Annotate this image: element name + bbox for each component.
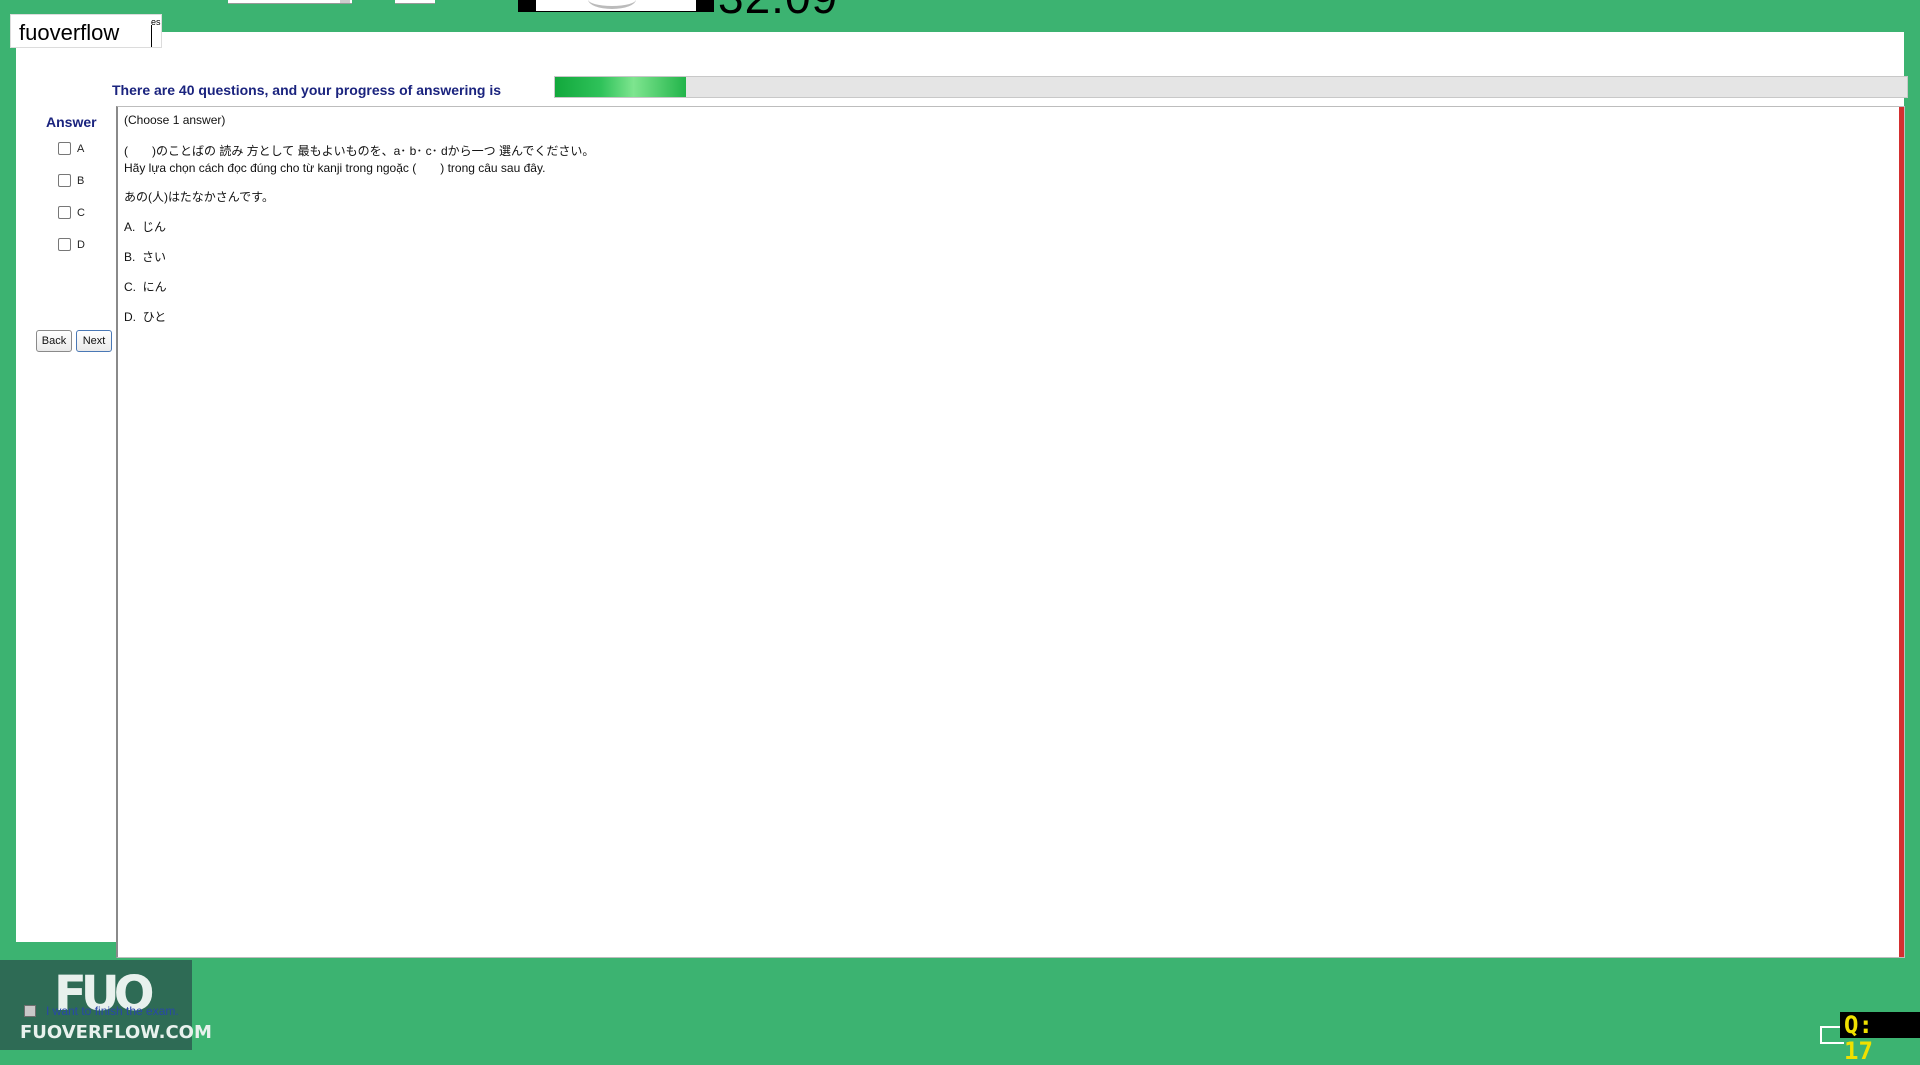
next-button[interactable]: Next bbox=[76, 330, 112, 352]
answer-option-label: D bbox=[77, 238, 85, 251]
answer-option-label: A bbox=[77, 142, 85, 155]
brand-label: fuoverflow bbox=[19, 20, 120, 45]
choice-letter: D. bbox=[124, 310, 136, 324]
tab-fragment: es bbox=[151, 17, 161, 27]
choice-letter: A. bbox=[124, 220, 136, 234]
back-button[interactable]: Back bbox=[36, 330, 72, 352]
choice-letter: B. bbox=[124, 250, 136, 264]
choice-text: じん bbox=[142, 220, 167, 234]
dropdown-arrow-icon bbox=[340, 0, 350, 3]
title-tab: fuoverflow es bbox=[10, 14, 162, 48]
text-caret bbox=[151, 25, 152, 47]
clock-icon bbox=[588, 0, 636, 9]
choice-text: ひと bbox=[142, 310, 167, 324]
choice-d: D. ひと bbox=[124, 308, 166, 325]
progress-fill bbox=[555, 77, 687, 97]
checkbox-b[interactable] bbox=[58, 174, 71, 187]
progress-bar bbox=[554, 76, 1908, 98]
checkbox-d[interactable] bbox=[58, 238, 71, 251]
choice-b: B. さい bbox=[124, 248, 166, 265]
choice-letter: C. bbox=[124, 280, 136, 294]
answer-option-a[interactable]: A bbox=[58, 142, 84, 155]
answer-title: Answer bbox=[46, 114, 97, 130]
choice-text: さい bbox=[142, 250, 167, 264]
question-prompt-jp: ( )のことばの 読み 方として 最もよいものを、a･ b･ c･ dから一つ … bbox=[124, 144, 595, 158]
question-counter: Q: 17 bbox=[1840, 1012, 1920, 1064]
choice-text: にん bbox=[142, 280, 167, 294]
choice-c: C. にん bbox=[124, 278, 167, 295]
finish-exam-label: I want to finish the exam. bbox=[46, 1004, 179, 1018]
question-instruction: (Choose 1 answer) bbox=[124, 113, 226, 127]
checkbox-a[interactable] bbox=[58, 142, 71, 155]
timer-clock-face bbox=[536, 0, 696, 11]
logo-text: FUOVERFLOW.COM bbox=[20, 1022, 212, 1043]
answer-option-label: C bbox=[77, 206, 85, 219]
progress-label: There are 40 questions, and your progres… bbox=[112, 82, 501, 98]
checkbox-c[interactable] bbox=[58, 206, 71, 219]
scrollbar[interactable] bbox=[1899, 107, 1904, 957]
question-sentence: あの(人)はたなかさんです。 bbox=[124, 190, 274, 204]
timer-value: 32:09 bbox=[718, 0, 838, 20]
answer-panel: Answer A B C D Back Next bbox=[32, 112, 116, 972]
top-small-box[interactable] bbox=[395, 0, 435, 4]
top-strip: 32:09 bbox=[0, 0, 1920, 30]
finish-exam-row[interactable]: I want to finish the exam. bbox=[24, 1004, 179, 1018]
exam-panel: There are 40 questions, and your progres… bbox=[16, 32, 1908, 958]
answer-option-d[interactable]: D bbox=[58, 238, 85, 251]
answer-option-b[interactable]: B bbox=[58, 174, 84, 187]
question-frame: (Choose 1 answer) ( )のことばの 読み 方として 最もよいも… bbox=[116, 106, 1905, 958]
choice-a: A. じん bbox=[124, 218, 166, 235]
question-prompt-vi: Hãy lựa chọn cách đọc đúng cho từ kanji … bbox=[124, 161, 546, 175]
answer-option-c[interactable]: C bbox=[58, 206, 85, 219]
top-dropdown[interactable] bbox=[228, 0, 352, 4]
answer-option-label: B bbox=[77, 174, 85, 187]
finish-exam-checkbox[interactable] bbox=[24, 1005, 36, 1017]
